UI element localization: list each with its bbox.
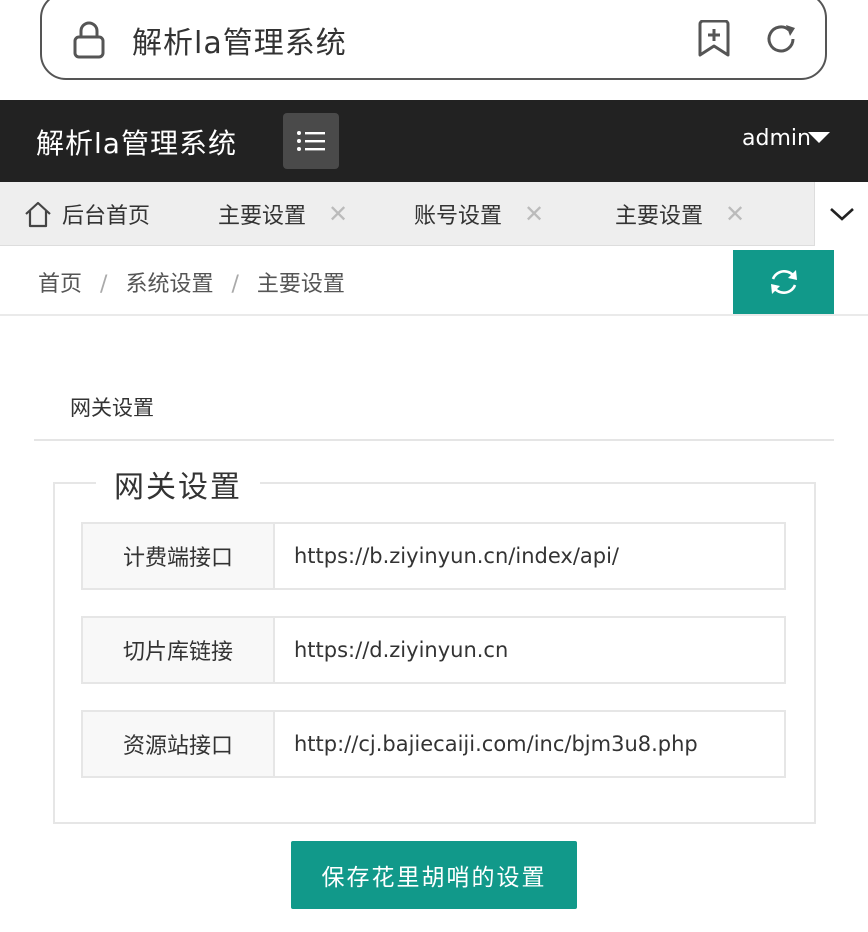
close-icon[interactable]: ✕ <box>328 200 348 228</box>
top-header: 解析la管理系统 admin <box>0 100 868 182</box>
form-row-billing-api: 计费端接口 <box>81 522 786 590</box>
billing-api-input[interactable] <box>275 524 784 588</box>
breadcrumb: 首页 / 系统设置 / 主要设置 <box>38 266 345 298</box>
tab-label: 主要设置 <box>615 204 704 229</box>
breadcrumb-system-settings[interactable]: 系统设置 <box>125 272 213 297</box>
brand-title: 解析la管理系统 <box>36 127 237 160</box>
resource-api-input[interactable] <box>275 712 784 776</box>
browser-address-bar[interactable]: 解析la管理系统 <box>40 0 827 80</box>
breadcrumb-separator: / <box>231 272 239 297</box>
menu-toggle-button[interactable] <box>283 113 339 169</box>
tabs-more-button[interactable] <box>814 182 868 246</box>
tab-label: 账号设置 <box>414 204 503 229</box>
tabs-bar: 后台首页 主要设置 ✕ 账号设置 ✕ 主要设置 ✕ <box>0 182 868 246</box>
breadcrumb-current: 主要设置 <box>256 272 345 297</box>
reload-icon[interactable] <box>762 20 800 58</box>
menu-icon <box>297 131 325 151</box>
refresh-button[interactable] <box>733 250 834 314</box>
resource-api-label: 资源站接口 <box>83 712 275 776</box>
breadcrumb-bar: 首页 / 系统设置 / 主要设置 <box>0 246 868 316</box>
bookmark-add-icon[interactable] <box>697 20 731 58</box>
billing-api-label: 计费端接口 <box>83 524 275 588</box>
close-icon[interactable]: ✕ <box>725 200 745 228</box>
tab-label: 主要设置 <box>218 204 307 229</box>
home-icon <box>25 201 51 228</box>
tab-home[interactable]: 后台首页 <box>24 182 150 246</box>
tab-main-settings[interactable]: 主要设置 ✕ <box>218 182 348 246</box>
tab-main-settings-2[interactable]: 主要设置 ✕ <box>615 182 745 246</box>
form-row-resource-api: 资源站接口 <box>81 710 786 778</box>
card-divider <box>34 439 834 441</box>
fieldset-legend: 网关设置 <box>96 462 260 506</box>
tab-label: 后台首页 <box>62 204 151 229</box>
browser-page-title: 解析la管理系统 <box>132 26 347 61</box>
refresh-icon <box>770 269 797 295</box>
user-menu[interactable]: admin <box>742 126 811 151</box>
caret-down-icon[interactable] <box>808 132 830 143</box>
breadcrumb-home[interactable]: 首页 <box>38 272 82 297</box>
card-title: 网关设置 <box>70 396 154 420</box>
lock-icon <box>73 21 105 59</box>
tab-account-settings[interactable]: 账号设置 ✕ <box>414 182 544 246</box>
slice-link-label: 切片库链接 <box>83 618 275 682</box>
chevron-down-icon <box>829 208 854 221</box>
breadcrumb-separator: / <box>100 272 108 297</box>
save-settings-button[interactable]: 保存花里胡哨的设置 <box>291 841 577 909</box>
close-icon[interactable]: ✕ <box>524 200 544 228</box>
form-row-slice-link: 切片库链接 <box>81 616 786 684</box>
slice-link-input[interactable] <box>275 618 784 682</box>
